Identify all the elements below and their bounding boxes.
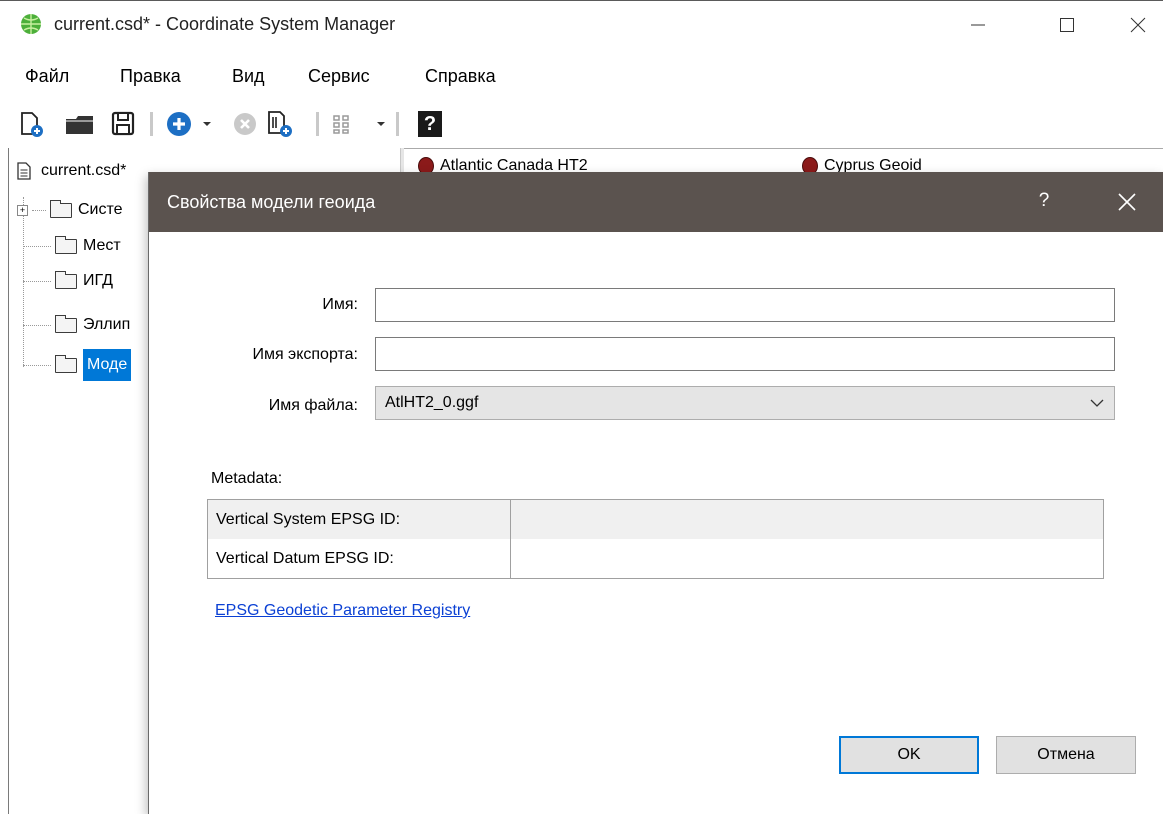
toolbar-separator [150, 112, 153, 136]
toolbar: ? [0, 102, 1163, 148]
dropdown-arrow-icon [203, 122, 211, 126]
export-name-label: Имя экспорта: [252, 346, 358, 363]
tree-root[interactable]: current.csd* [17, 158, 126, 184]
cancel-button[interactable]: Отмена [996, 736, 1136, 774]
tree-item-ellipsoids[interactable]: Эллип [23, 312, 130, 338]
add-button[interactable] [164, 107, 194, 141]
delete-button[interactable] [230, 107, 260, 141]
dialog-header: Свойства модели геоида ? [149, 172, 1163, 232]
minimize-icon [971, 24, 985, 26]
title-bar: current.csd* - Coordinate System Manager [0, 0, 1163, 53]
tree-item-label: Эллип [83, 316, 131, 333]
dialog-title: Свойства модели геоида [167, 192, 376, 212]
delete-icon [234, 113, 256, 135]
dialog-close-button[interactable] [1107, 182, 1147, 222]
menu-view[interactable]: Вид [232, 66, 265, 87]
folder-icon [49, 199, 72, 218]
properties-icon [333, 115, 349, 134]
add-dropdown-button[interactable] [200, 107, 214, 141]
metadata-table: Vertical System EPSG ID: Vertical Datum … [207, 499, 1104, 579]
save-icon [111, 111, 135, 136]
tree-item-label: ИГД [83, 272, 113, 289]
tree-item-models[interactable]: Моде [23, 349, 132, 381]
epsg-registry-link[interactable]: EPSG Geodetic Parameter Registry [215, 602, 470, 620]
save-button[interactable] [108, 107, 138, 141]
open-button[interactable] [62, 107, 98, 141]
minimize-button[interactable] [955, 7, 1001, 43]
toolbar-separator [396, 112, 399, 136]
menu-service[interactable]: Сервис [308, 66, 370, 87]
document-icon [17, 162, 31, 180]
export-name-input[interactable] [375, 337, 1115, 371]
close-icon [1130, 17, 1146, 33]
tree-item-local[interactable]: Мест [23, 233, 121, 259]
metadata-value[interactable] [511, 539, 1103, 578]
copy-button[interactable] [264, 107, 296, 141]
metadata-key: Vertical System EPSG ID: [208, 500, 511, 539]
metadata-label: Metadata: [211, 470, 283, 487]
menu-bar: Файл Правка Вид Сервис Справка [0, 58, 1163, 96]
chevron-down-icon [1090, 399, 1104, 407]
table-row: Vertical System EPSG ID: [208, 500, 1103, 540]
properties-dropdown-button[interactable] [374, 107, 388, 141]
toolbar-separator [316, 112, 319, 136]
menu-file[interactable]: Файл [25, 66, 69, 87]
new-file-icon [21, 112, 43, 137]
tree-item-label: Систе [78, 201, 123, 218]
file-name-select[interactable]: AtlHT2_0.ggf [375, 386, 1115, 420]
tree-item-igd[interactable]: ИГД [23, 268, 113, 294]
name-input[interactable] [375, 288, 1115, 322]
menu-edit[interactable]: Правка [120, 66, 181, 87]
maximize-icon [1060, 18, 1074, 32]
expand-icon[interactable]: + [17, 204, 28, 216]
metadata-value[interactable] [511, 500, 1103, 539]
folder-icon [54, 314, 77, 333]
table-row: Vertical Datum EPSG ID: [208, 539, 1103, 578]
properties-button[interactable] [330, 107, 356, 141]
tree-root-label: current.csd* [41, 162, 127, 179]
window-close-button[interactable] [1130, 7, 1163, 43]
name-label: Имя: [322, 296, 358, 313]
metadata-key: Vertical Datum EPSG ID: [208, 539, 511, 578]
dropdown-arrow-icon [377, 122, 385, 126]
window-title: current.csd* - Coordinate System Manager [54, 14, 396, 34]
tree-item-systems[interactable]: + Систе [17, 197, 123, 223]
folder-icon [54, 354, 77, 373]
dialog-help-button[interactable]: ? [1029, 186, 1059, 216]
file-name-label: Имя файла: [268, 397, 358, 414]
tree-item-label: Мест [83, 237, 121, 254]
open-folder-icon [66, 116, 93, 134]
new-file-button[interactable] [16, 107, 46, 141]
geoid-properties-dialog: Свойства модели геоида ? Имя: Имя экспор… [148, 172, 1163, 814]
folder-icon [54, 270, 77, 289]
globe-icon [21, 14, 41, 34]
maximize-button[interactable] [1044, 7, 1090, 43]
menu-help[interactable]: Справка [425, 66, 496, 87]
close-icon [1118, 193, 1136, 211]
help-button[interactable]: ? [416, 107, 444, 141]
add-icon [167, 112, 191, 136]
ok-button[interactable]: OK [839, 736, 979, 774]
file-name-value: AtlHT2_0.ggf [385, 394, 479, 411]
copy-icon [268, 111, 292, 137]
help-icon: ? [418, 111, 442, 137]
tree-item-label-selected: Моде [83, 349, 132, 381]
folder-icon [54, 235, 77, 254]
